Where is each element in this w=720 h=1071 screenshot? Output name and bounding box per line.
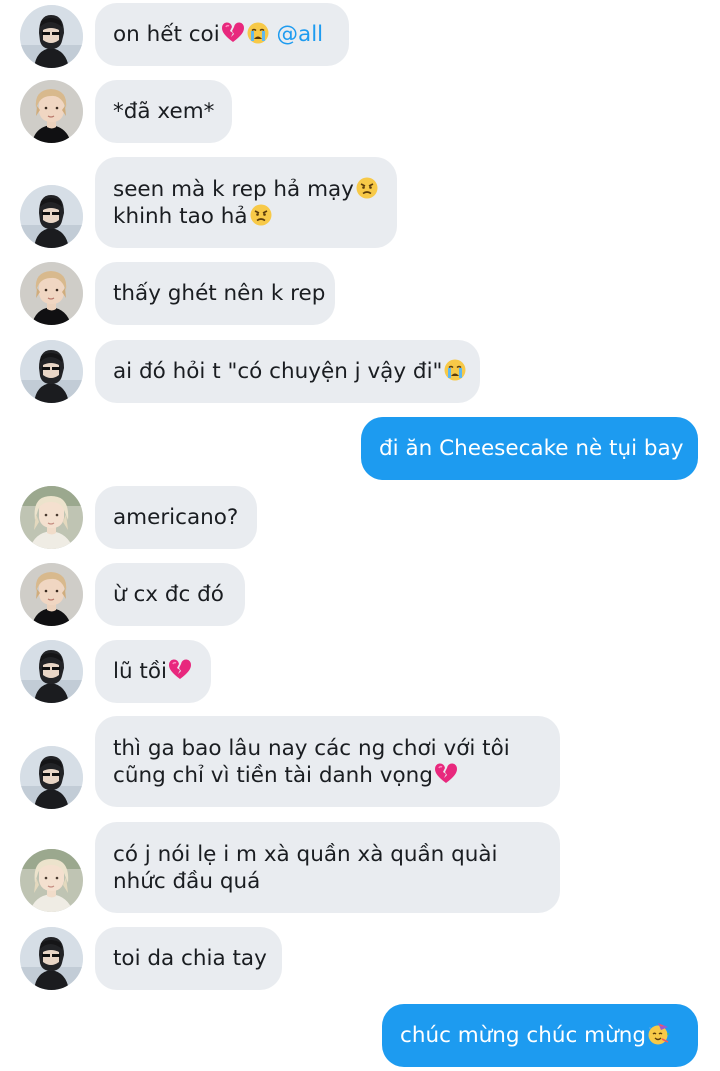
- message-row: toi da chia tay: [0, 927, 720, 997]
- message-row: thấy ghét nên k rep: [0, 260, 720, 330]
- message-bubble[interactable]: *đã xem*: [95, 80, 232, 143]
- message-bubble[interactable]: toi da chia tay: [95, 927, 282, 990]
- message-line: đi ăn Cheesecake nè tụi bay: [379, 435, 684, 462]
- message-row: ai đó hỏi t "có chuyện j vậy đi": [0, 338, 720, 408]
- message-line: thấy ghét nên k rep: [113, 280, 325, 307]
- broken-heart-icon: [434, 762, 458, 786]
- message-bubble[interactable]: ừ cx đc đó: [95, 563, 245, 626]
- message-line: khinh tao hả: [113, 203, 379, 230]
- avatar-a[interactable]: [20, 927, 83, 990]
- message-line: có j nói lẹ i m xà quần xà quần quài: [113, 841, 542, 868]
- avatar-b[interactable]: [20, 262, 83, 325]
- message-bubble[interactable]: thấy ghét nên k rep: [95, 262, 335, 325]
- crying-face-icon: [246, 21, 270, 45]
- message-line: on hết coi @all: [113, 21, 331, 48]
- message-text: on hết coi: [113, 22, 220, 47]
- avatar-c[interactable]: [20, 849, 83, 912]
- message-text: đi ăn Cheesecake nè tụi bay: [379, 436, 684, 461]
- message-row: ừ cx đc đó: [0, 563, 720, 633]
- mention-link[interactable]: @all: [270, 22, 324, 47]
- message-row: chúc mừng chúc mừng: [0, 1004, 720, 1069]
- avatar-b[interactable]: [20, 563, 83, 626]
- message-text: ai đó hỏi t "có chuyện j vậy đi": [113, 359, 443, 384]
- message-text: toi da chia tay: [113, 946, 267, 971]
- message-bubble[interactable]: americano?: [95, 486, 257, 549]
- message-line: ừ cx đc đó: [113, 581, 227, 608]
- message-bubble[interactable]: ai đó hỏi t "có chuyện j vậy đi": [95, 340, 480, 403]
- message-row: americano?: [0, 486, 720, 556]
- message-line: *đã xem*: [113, 98, 214, 125]
- message-line: lũ tồi: [113, 658, 193, 685]
- message-bubble-outgoing[interactable]: đi ăn Cheesecake nè tụi bay: [361, 417, 698, 480]
- message-bubble-outgoing[interactable]: chúc mừng chúc mừng: [382, 1004, 698, 1067]
- message-bubble[interactable]: thì ga bao lâu nay các ng chơi với tôi cũ…: [95, 716, 560, 807]
- avatar-a[interactable]: [20, 5, 83, 68]
- message-row: *đã xem*: [0, 78, 720, 148]
- message-line: chúc mừng chúc mừng: [400, 1022, 680, 1049]
- message-bubble[interactable]: có j nói lẹ i m xà quần xà quần quài nhức…: [95, 822, 560, 913]
- party-face-icon: [647, 1022, 671, 1046]
- message-text: seen mà k rep hả mạy: [113, 176, 354, 202]
- message-line: seen mà k rep hả mạy: [113, 176, 379, 203]
- message-row: seen mà k rep hả mạy khinh tao hả: [0, 155, 720, 250]
- message-row: có j nói lẹ i m xà quần xà quần quài nhức…: [0, 822, 720, 917]
- message-text: thấy ghét nên k rep: [113, 281, 326, 306]
- angry-face-icon: [355, 176, 379, 200]
- message-text: có j nói lẹ i m xà quần xà quần quài: [113, 841, 498, 867]
- avatar-a[interactable]: [20, 185, 83, 248]
- message-text: khinh tao hả: [113, 203, 248, 229]
- message-text: cũng chỉ vì tiền tài danh vọng: [113, 762, 433, 788]
- message-row: thì ga bao lâu nay các ng chơi với tôi cũ…: [0, 716, 720, 811]
- message-line: cũng chỉ vì tiền tài danh vọng: [113, 762, 542, 789]
- message-text: americano?: [113, 505, 239, 530]
- message-bubble[interactable]: on hết coi @all: [95, 3, 349, 66]
- message-bubble[interactable]: seen mà k rep hả mạy khinh tao hả: [95, 157, 397, 248]
- message-row: lũ tồi: [0, 640, 720, 710]
- avatar-a[interactable]: [20, 746, 83, 809]
- message-row: on hết coi @all: [0, 0, 720, 75]
- message-line: nhức đầu quá: [113, 868, 542, 895]
- message-text: *đã xem*: [113, 99, 215, 124]
- message-text: ừ cx đc đó: [113, 582, 224, 607]
- message-text: lũ tồi: [113, 659, 167, 684]
- avatar-a[interactable]: [20, 640, 83, 703]
- avatar-a[interactable]: [20, 340, 83, 403]
- message-line: toi da chia tay: [113, 945, 267, 972]
- message-line: ai đó hỏi t "có chuyện j vậy đi": [113, 358, 466, 385]
- message-line: americano?: [113, 504, 239, 531]
- message-text: thì ga bao lâu nay các ng chơi với tôi: [113, 735, 510, 761]
- message-text: nhức đầu quá: [113, 868, 261, 894]
- angry-face-icon: [249, 203, 273, 227]
- crying-face-icon: [443, 358, 467, 382]
- message-row: đi ăn Cheesecake nè tụi bay: [0, 415, 720, 485]
- message-text: chúc mừng chúc mừng: [400, 1023, 646, 1048]
- broken-heart-icon: [168, 658, 192, 682]
- message-bubble[interactable]: lũ tồi: [95, 640, 211, 703]
- message-line: thì ga bao lâu nay các ng chơi với tôi: [113, 735, 542, 762]
- broken-heart-icon: [221, 21, 245, 45]
- avatar-c[interactable]: [20, 486, 83, 549]
- avatar-b[interactable]: [20, 80, 83, 143]
